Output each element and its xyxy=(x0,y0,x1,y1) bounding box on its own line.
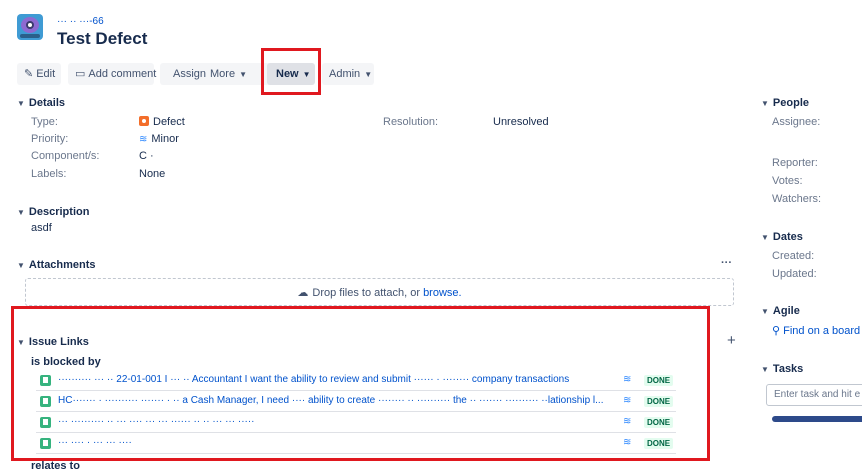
assign-button[interactable]: Assign xyxy=(167,63,209,85)
edit-button[interactable]: ✎ Edit xyxy=(17,63,61,85)
people-heading: People xyxy=(772,97,809,109)
priority-value[interactable]: ≋ Minor xyxy=(139,133,179,145)
type-value-text: Defect xyxy=(153,116,185,128)
defect-icon xyxy=(139,116,149,126)
chevron-down-icon: ▼ xyxy=(17,338,25,347)
status-badge: DONE xyxy=(644,417,674,428)
description-text[interactable]: asdf xyxy=(31,222,52,234)
type-label: Type: xyxy=(31,116,58,128)
admin-label: Admin xyxy=(329,68,361,80)
relates-to-label: relates to xyxy=(31,460,80,472)
status-badge: DONE xyxy=(644,438,674,449)
priority-minor-icon: ≋ xyxy=(139,134,148,145)
link-row[interactable]: ··· ···· · ··· ··· ···· ≋ DONE xyxy=(36,435,676,454)
new-button-highlight xyxy=(261,48,321,95)
status-badge: DONE xyxy=(644,396,674,407)
attachments-more-icon[interactable]: ··· xyxy=(721,257,732,269)
tasks-toggle[interactable]: ▼ Tasks xyxy=(761,363,803,375)
priority-minor-icon: ≋ xyxy=(623,416,632,427)
votes-label: Votes: xyxy=(772,175,803,187)
task-input[interactable]: Enter task and hit e xyxy=(766,384,862,406)
chevron-down-icon: ▼ xyxy=(239,70,247,79)
priority-minor-icon: ≋ xyxy=(623,437,632,448)
link-summary[interactable]: ··· ···· · ··· ··· ···· xyxy=(58,437,618,448)
resolution-value: Unresolved xyxy=(493,116,549,128)
issue-links-heading: Issue Links xyxy=(28,336,89,348)
tasks-heading: Tasks xyxy=(772,363,804,375)
more-label: More xyxy=(210,68,236,80)
chevron-down-icon: ▼ xyxy=(17,208,25,217)
dates-heading: Dates xyxy=(772,231,803,243)
priority-minor-icon: ≋ xyxy=(623,374,632,385)
details-toggle[interactable]: ▼ Details xyxy=(17,97,65,109)
link-summary[interactable]: HC······· · ·········· ······· · ·· a Ca… xyxy=(58,395,618,406)
component-label: Component/s: xyxy=(31,150,100,162)
pencil-icon: ✎ xyxy=(24,68,34,80)
priority-minor-icon: ≋ xyxy=(623,395,632,406)
comment-icon: ▭ xyxy=(75,68,86,80)
edit-button-label: Edit xyxy=(36,68,56,80)
created-label: Created: xyxy=(772,250,815,262)
description-heading: Description xyxy=(28,206,90,218)
agile-toggle[interactable]: ▼ Agile xyxy=(761,305,800,317)
status-badge: DONE xyxy=(644,375,674,386)
labels-value[interactable]: None xyxy=(139,168,165,180)
breadcrumb[interactable]: ··· ·· ···-66 xyxy=(57,16,104,27)
priority-value-text: Minor xyxy=(151,133,179,145)
link-row[interactable]: HC······· · ·········· ······· · ·· a Ca… xyxy=(36,393,676,412)
link-summary[interactable]: ·········· ··· ·· 22-01-001 I ··· ·· Acc… xyxy=(58,374,618,385)
dates-toggle[interactable]: ▼ Dates xyxy=(761,231,803,243)
story-icon xyxy=(40,375,51,386)
watchers-label: Watchers: xyxy=(772,193,822,205)
chevron-down-icon: ▼ xyxy=(761,365,769,374)
admin-button[interactable]: Admin ▼ xyxy=(322,63,374,85)
add-comment-button[interactable]: ▭ Add comment xyxy=(68,63,157,85)
chevron-down-icon: ▼ xyxy=(17,261,25,270)
resolution-label: Resolution: xyxy=(383,116,439,128)
browse-link[interactable]: browse. xyxy=(423,287,462,299)
task-progress-bar xyxy=(772,416,862,422)
upload-cloud-icon: ☁ xyxy=(297,287,309,299)
find-on-board-link[interactable]: ⚲ Find on a board xyxy=(772,324,860,337)
attachment-dropzone[interactable]: ☁ Drop files to attach, or browse. xyxy=(25,278,734,306)
more-button[interactable]: More ▼ xyxy=(210,63,260,85)
blocked-by-label: is blocked by xyxy=(31,356,101,368)
add-link-button[interactable]: + xyxy=(727,332,736,349)
link-row[interactable]: ·········· ··· ·· 22-01-001 I ··· ·· Acc… xyxy=(36,372,676,391)
chevron-down-icon: ▼ xyxy=(761,307,769,316)
project-avatar-icon[interactable] xyxy=(17,14,43,40)
description-toggle[interactable]: ▼ Description xyxy=(17,206,89,218)
labels-label: Labels: xyxy=(31,168,67,180)
issue-links-toggle[interactable]: ▼ Issue Links xyxy=(17,336,89,348)
type-value[interactable]: Defect xyxy=(139,116,185,128)
attachments-heading: Attachments xyxy=(28,259,96,271)
search-icon: ⚲ xyxy=(772,325,781,337)
story-icon xyxy=(40,396,51,407)
link-row[interactable]: ··· ·········· ·· ··· ···· ··· ··· ·····… xyxy=(36,414,676,433)
drop-text: Drop files to attach, or xyxy=(312,287,420,299)
reporter-label: Reporter: xyxy=(772,157,818,169)
issue-title[interactable]: Test Defect xyxy=(57,29,147,49)
component-value[interactable]: C · xyxy=(139,150,154,162)
story-icon xyxy=(40,417,51,428)
link-summary[interactable]: ··· ·········· ·· ··· ···· ··· ··· ·····… xyxy=(58,416,618,427)
story-icon xyxy=(40,438,51,449)
priority-label: Priority: xyxy=(31,133,69,145)
add-comment-label: Add comment xyxy=(88,68,157,80)
agile-heading: Agile xyxy=(772,305,800,317)
attachments-toggle[interactable]: ▼ Attachments xyxy=(17,259,96,271)
assign-label: Assign xyxy=(173,68,207,80)
chevron-down-icon: ▼ xyxy=(364,70,373,79)
assignee-label: Assignee: xyxy=(772,116,821,128)
chevron-down-icon: ▼ xyxy=(17,99,25,108)
chevron-down-icon: ▼ xyxy=(761,233,769,242)
people-toggle[interactable]: ▼ People xyxy=(761,97,809,109)
updated-label: Updated: xyxy=(772,268,817,280)
chevron-down-icon: ▼ xyxy=(761,99,769,108)
details-heading: Details xyxy=(28,97,65,109)
find-on-board-label: Find on a board xyxy=(783,325,861,337)
